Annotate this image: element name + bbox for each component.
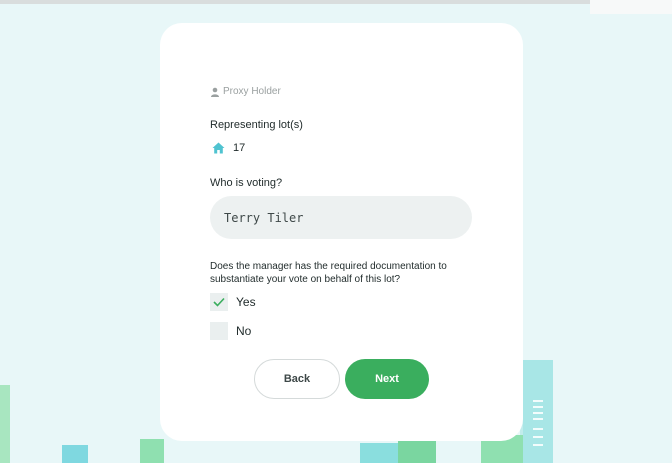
person-icon [211, 87, 219, 97]
role-text: Proxy Holder [223, 86, 281, 97]
no-label: No [236, 324, 252, 338]
building-left-2 [62, 445, 88, 463]
tower-window [533, 418, 543, 420]
top-strip-corner [590, 0, 672, 14]
voter-name-input[interactable] [210, 196, 472, 239]
tower-window [533, 400, 543, 402]
lots-heading: Representing lot(s) [210, 119, 303, 131]
building-left [0, 385, 10, 463]
building-tower [523, 360, 553, 463]
tower-window [533, 436, 543, 438]
back-button[interactable]: Back [254, 359, 340, 399]
role-label: Proxy Holder [210, 86, 281, 97]
no-checkbox[interactable] [210, 322, 228, 340]
option-yes[interactable]: Yes [210, 293, 256, 311]
tower-window [533, 412, 543, 414]
yes-label: Yes [236, 295, 256, 309]
option-no[interactable]: No [210, 322, 251, 340]
next-button[interactable]: Next [345, 359, 429, 399]
tower-window [533, 406, 543, 408]
tower-window [533, 444, 543, 446]
house-icon [212, 142, 225, 154]
lot-row: 17 [212, 142, 245, 154]
building-right-1 [360, 443, 398, 463]
voting-card: Proxy Holder Representing lot(s) 17 Who … [160, 23, 523, 441]
lot-number: 17 [233, 142, 246, 154]
building-right-2 [398, 441, 436, 463]
top-strip [0, 0, 672, 4]
building-left-3 [140, 439, 164, 463]
checkmark-icon [213, 297, 225, 307]
yes-checkbox[interactable] [210, 293, 228, 311]
voter-heading: Who is voting? [210, 177, 283, 189]
documentation-question: Does the manager has the required docume… [210, 261, 447, 285]
tower-window [533, 428, 543, 430]
